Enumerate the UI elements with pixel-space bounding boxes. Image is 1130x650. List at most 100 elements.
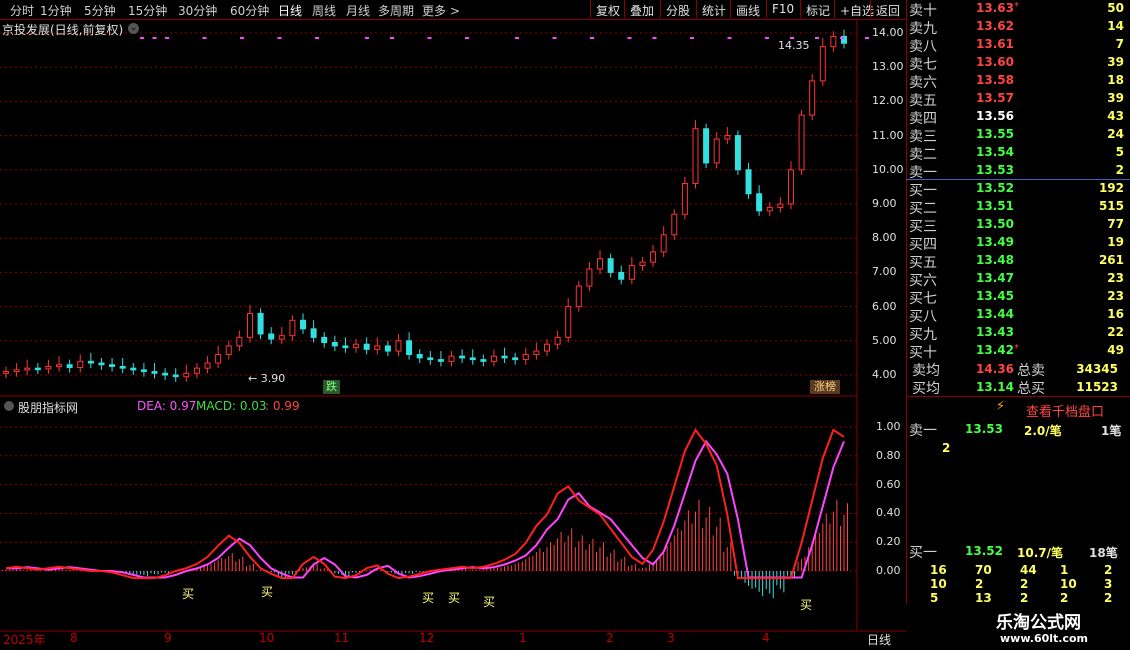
queue-buy-cell: 2 (1020, 577, 1029, 591)
indicator-y-tick: 0.80 (876, 448, 901, 462)
level-price: 13.43 (976, 325, 1014, 339)
level-volume: 49 (1107, 343, 1124, 357)
chevron-down-icon[interactable]: ⌄ (128, 23, 139, 34)
order-book-row[interactable]: 卖二 13.54 5 (906, 144, 1130, 163)
queue-sell-avg: 2.0/笔 (1024, 424, 1062, 438)
candle-body (193, 367, 200, 374)
order-book-row[interactable]: 买一 13.52 192 (906, 180, 1130, 199)
order-book-row[interactable]: 卖六 13.58 18 (906, 72, 1130, 91)
period-tab-multi[interactable]: 多周期 (378, 2, 414, 19)
candle-body (215, 353, 222, 364)
candle-body (787, 169, 794, 205)
order-book-row[interactable]: 买八 13.44 16 (906, 306, 1130, 325)
period-tab-15min[interactable]: 15分钟 (128, 2, 167, 19)
order-book-row[interactable]: 买七 13.45 23 (906, 288, 1130, 307)
level-label: 卖十 (909, 3, 937, 19)
view-depth-button[interactable]: 查看千档盘口 (1026, 401, 1104, 420)
sell-avg-label: 卖均 (912, 363, 940, 379)
signal-dot (152, 37, 157, 39)
order-book-row[interactable]: 卖七 13.60 39 (906, 54, 1130, 73)
level-label: 卖七 (909, 57, 937, 73)
draw-line-button[interactable]: 画线 (730, 0, 765, 18)
x-label: 11 (334, 631, 350, 645)
period-tab-30min[interactable]: 30分钟 (178, 2, 217, 19)
restore-right-button[interactable]: 复权 (590, 0, 625, 18)
level-label: 卖三 (909, 129, 937, 145)
signal-dot (627, 37, 632, 39)
level-volume: 7 (1115, 37, 1124, 51)
period-tab-monthly[interactable]: 月线 (346, 2, 370, 19)
level-price: 13.44 (976, 307, 1014, 321)
candle-body (56, 364, 63, 367)
candle-body (204, 362, 211, 369)
order-book-row[interactable]: 买六 13.47 23 (906, 270, 1130, 289)
period-tab-60min[interactable]: 60分钟 (230, 2, 269, 19)
star-icon: * (1014, 343, 1019, 354)
signal-dot (240, 37, 244, 39)
order-book-row[interactable]: 卖一 13.53 2 (906, 162, 1130, 181)
level-volume: 19 (1107, 235, 1124, 249)
level-price: 13.45 (976, 289, 1014, 303)
f10-button[interactable]: F10 (766, 0, 799, 18)
limit-up-badge[interactable]: 涨榜 (810, 380, 840, 394)
level-price: 13.56 (976, 109, 1014, 123)
chevron-down-icon[interactable] (4, 401, 14, 411)
order-book-row[interactable]: 买十 13.42 * 49 (906, 342, 1130, 361)
order-book-row[interactable]: 卖三 13.55 24 (906, 126, 1130, 145)
kline-chart[interactable] (0, 19, 906, 650)
split-stock-button[interactable]: 分股 (660, 0, 695, 18)
level-label: 买八 (909, 309, 937, 325)
level-price: 13.51 (976, 199, 1014, 213)
level-price: 13.62 (976, 19, 1014, 33)
period-tab-5min[interactable]: 5分钟 (84, 2, 116, 19)
candle-body (363, 343, 370, 350)
candle-body (575, 285, 582, 308)
order-book-row[interactable]: 卖五 13.57 39 (906, 90, 1130, 109)
macd-value: MACD: 0.03 (196, 399, 267, 413)
order-book-row[interactable]: 卖九 13.62 14 (906, 18, 1130, 37)
period-tab-fenshi[interactable]: 分时 (10, 2, 34, 19)
overlay-button[interactable]: 叠加 (624, 0, 659, 18)
candle-body (34, 367, 41, 371)
order-book-row[interactable]: 买三 13.50 77 (906, 216, 1130, 235)
indicator-y-tick: 0.20 (876, 535, 901, 549)
level-volume: 2 (1115, 163, 1124, 177)
order-book-row[interactable]: 买九 13.43 22 (906, 324, 1130, 343)
candle-body (87, 360, 94, 364)
back-button[interactable]: 返回 (870, 0, 905, 18)
x-label: 2 (606, 631, 614, 645)
candle-body (713, 138, 720, 164)
order-book-row[interactable]: 卖十 13.63 * 50 (906, 0, 1130, 19)
mark-button[interactable]: 标记 (800, 0, 835, 18)
period-tab-daily[interactable]: 日线 (278, 2, 302, 19)
signal-dot (590, 37, 594, 39)
fall-badge[interactable]: 跌 (323, 380, 340, 394)
candle-body (300, 319, 307, 330)
period-tab-weekly[interactable]: 周线 (312, 2, 336, 19)
y-tick-label: 14.00 (872, 26, 904, 39)
stats-button[interactable]: 统计 (696, 0, 731, 18)
high-price-label: 14.35 (778, 39, 810, 52)
candle-body (427, 357, 434, 361)
order-book-row[interactable]: 卖八 13.61 7 (906, 36, 1130, 55)
candle-body (512, 357, 519, 361)
macd-value-2: : 0.99 (265, 399, 300, 413)
candle-body (522, 353, 529, 361)
level-label: 买三 (909, 219, 937, 235)
queue-buy-cell: 70 (975, 563, 992, 577)
level-price: 13.49 (976, 235, 1014, 249)
signal-dot (277, 37, 282, 39)
candle-body (469, 357, 476, 361)
period-tab-1min[interactable]: 1分钟 (40, 2, 72, 19)
order-book-row[interactable]: 买二 13.51 515 (906, 198, 1130, 217)
level-volume: 515 (1098, 199, 1124, 213)
period-tab-more[interactable]: 更多 > (422, 2, 460, 19)
candle-body (628, 265, 635, 280)
level-price: 13.57 (976, 91, 1014, 105)
order-book-row[interactable]: 买四 13.49 19 (906, 234, 1130, 253)
order-book-row[interactable]: 卖四 13.56 43 (906, 108, 1130, 127)
x-label: 8 (70, 631, 78, 645)
queue-sell-price: 13.53 (965, 422, 1003, 436)
order-book-row[interactable]: 买五 13.48 261 (906, 252, 1130, 271)
queue-buy-cell: 2 (1060, 591, 1069, 605)
